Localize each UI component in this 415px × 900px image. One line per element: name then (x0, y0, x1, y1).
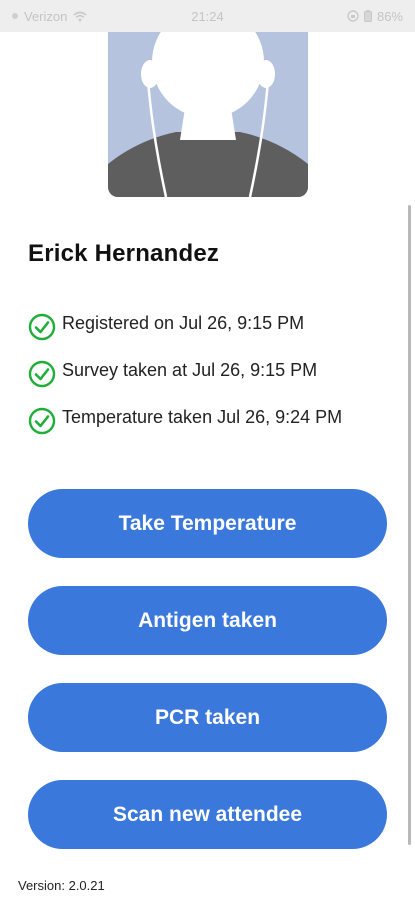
battery-label: 86% (376, 8, 403, 24)
check-circle-icon (28, 407, 56, 434)
action-buttons: Take Temperature Antigen taken PCR taken… (28, 489, 387, 877)
signal-icon (12, 13, 18, 19)
check-circle-icon (28, 313, 56, 340)
attendee-name: Erick Hernandez (28, 240, 220, 267)
scan-new-attendee-button[interactable]: Scan new attendee (28, 780, 387, 849)
status-text: Registered on Jul 26, 9:15 PM (62, 313, 305, 333)
status-text: Survey taken at Jul 26, 9:15 PM (62, 360, 318, 380)
status-list: Registered on Jul 26, 9:15 PM Survey tak… (28, 300, 398, 441)
carrier-label: Verizon (24, 8, 68, 24)
app-version: Version: 2.0.21 (18, 878, 105, 893)
status-item-survey: Survey taken at Jul 26, 9:15 PM (28, 347, 398, 394)
orientation-lock-icon (347, 10, 359, 22)
status-item-temperature: Temperature taken Jul 26, 9:24 PM (28, 394, 398, 441)
take-temperature-button[interactable]: Take Temperature (28, 489, 387, 558)
status-item-registered: Registered on Jul 26, 9:15 PM (28, 300, 398, 347)
status-bar: Verizon 21:24 86% (0, 0, 415, 32)
antigen-taken-button[interactable]: Antigen taken (28, 586, 387, 655)
avatar (108, 32, 308, 197)
status-left: Verizon (12, 9, 87, 24)
check-circle-icon (28, 360, 56, 387)
clock-time: 21:24 (191, 8, 224, 24)
battery-icon (363, 10, 372, 22)
scrollbar[interactable] (408, 205, 411, 845)
status-right: 86% (347, 9, 403, 24)
wifi-icon (73, 11, 87, 22)
pcr-taken-button[interactable]: PCR taken (28, 683, 387, 752)
status-text: Temperature taken Jul 26, 9:24 PM (62, 407, 343, 427)
